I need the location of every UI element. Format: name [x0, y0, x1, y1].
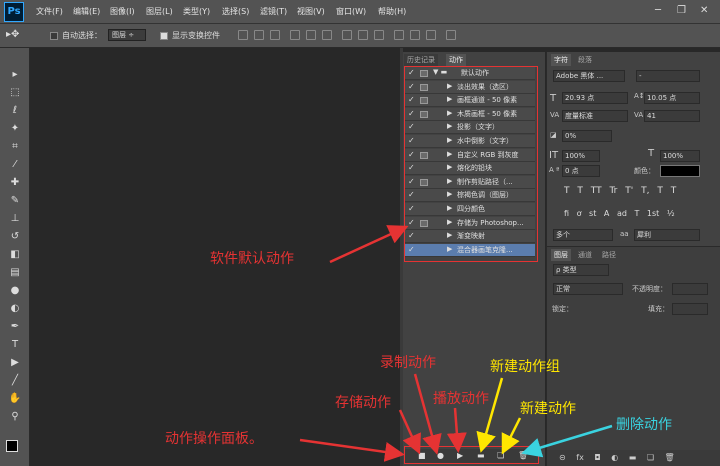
annotation-new-set: 新建动作组 [490, 359, 560, 375]
arrow-save [398, 409, 421, 455]
arrow-new-action [501, 417, 522, 455]
arrow-play [446, 407, 467, 453]
annotation-save: 存储动作 [335, 395, 391, 411]
arrow-record [413, 373, 442, 455]
arrow-default-actions [329, 225, 409, 264]
arrow-panel [299, 438, 405, 462]
arrow-delete [521, 424, 613, 458]
annotation-new-action: 新建动作 [520, 401, 576, 417]
annotation-record: 录制动作 [380, 355, 436, 371]
annotation-default-actions: 软件默认动作 [210, 251, 294, 267]
annotation-play: 播放动作 [433, 391, 489, 407]
annotation-delete: 删除动作 [616, 417, 672, 433]
annotation-panel: 动作操作面板。 [165, 431, 263, 447]
